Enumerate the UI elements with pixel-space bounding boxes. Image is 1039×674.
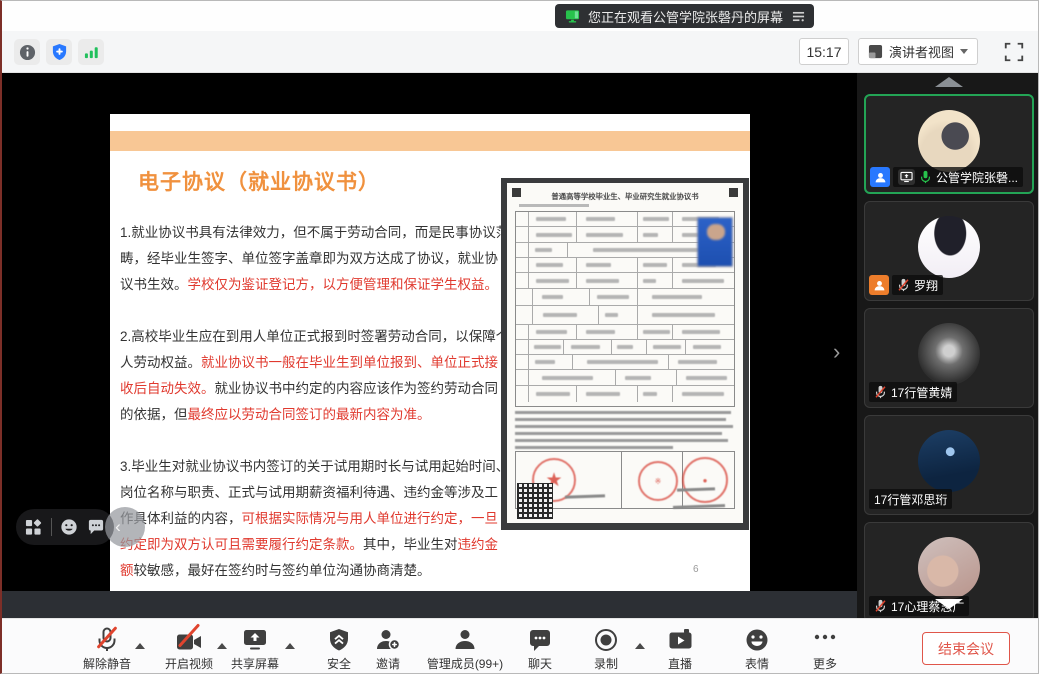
mic-muted-icon — [95, 626, 119, 652]
participant-name: 17行管邓思珩 — [874, 491, 947, 508]
slide-page-number: 6 — [693, 564, 699, 575]
chat-bubble-icon[interactable] — [87, 519, 105, 535]
agreement-document-photo: 普通高等学校毕业生、毕业研究生就业协议书 ★ ※ ● — [501, 178, 749, 530]
next-page-chevron[interactable]: › — [833, 341, 840, 363]
slide-text-segment: 最终应以劳动合同签订的最新内容为准。 — [188, 407, 431, 422]
avatar — [918, 537, 980, 599]
camera-off-icon — [176, 626, 202, 652]
mic-muted-icon — [874, 385, 887, 399]
members-icon — [453, 626, 477, 652]
mic-on-icon — [919, 170, 932, 184]
share-screen-icon — [242, 626, 268, 652]
layout-view-icon — [868, 44, 883, 59]
agreement-number-line — [519, 204, 589, 207]
slide-text-segment: 其中，毕业生对 — [363, 537, 458, 552]
meeting-toolbar: 15:17 演讲者视图 — [2, 31, 1038, 73]
slide-body-text: 1.就业协议书具有法律效力，但不属于劳动合同，而是民事协议范畴，经毕业生签字、单… — [120, 220, 510, 610]
mic-muted-icon — [897, 278, 910, 292]
view-selector[interactable]: 演讲者视图 — [858, 38, 978, 65]
participant-name: 公管学院张磬... — [936, 169, 1018, 186]
chevron-down-icon — [960, 49, 968, 54]
mic-muted-icon — [874, 599, 887, 613]
scroll-up-icon[interactable] — [935, 77, 963, 87]
info-icon[interactable] — [14, 39, 40, 65]
qr-code — [517, 483, 553, 519]
shield-plus-icon[interactable] — [46, 39, 72, 65]
avatar — [918, 216, 980, 278]
participant-tile[interactable]: 罗翔 — [864, 201, 1034, 301]
slide-text-segment: 学校仅为鉴证登记方，以方便管理和保证学生权益。 — [188, 277, 499, 292]
avatar — [918, 110, 980, 172]
meeting-window: 您正在观看公管学院张磬丹的屏幕 15:17 — [0, 0, 1039, 674]
divider — [51, 518, 52, 536]
layout-grid-icon[interactable] — [25, 519, 42, 536]
live-tv-icon — [668, 626, 693, 652]
participant-name: 17行管黄婧 — [891, 384, 952, 401]
agreement-title: 普通高等学校毕业生、毕业研究生就业协议书 — [533, 191, 717, 201]
view-selector-label: 演讲者视图 — [889, 42, 954, 61]
list-icon[interactable] — [791, 10, 806, 23]
slide-paragraph: 3.毕业生对就业协议书内签订的关于试用期时长与试用起始时间、岗位名称与职责、正式… — [120, 454, 510, 584]
reaction-overlay-bar — [16, 509, 114, 545]
screen-watching-banner: 您正在观看公管学院张磬丹的屏幕 — [555, 4, 814, 28]
id-photo — [697, 217, 733, 267]
corner-mark — [729, 188, 738, 197]
slide-text-segment: 较敏感，最好在签约时与签约单位沟通协商清楚。 — [134, 563, 431, 578]
participant-name: 罗翔 — [914, 277, 938, 294]
bottom-control-bar: 解除静音 开启视频 共享屏幕 — [2, 618, 1038, 674]
more-button[interactable]: 更多 — [770, 626, 880, 672]
top-strip: 您正在观看公管学院张磬丹的屏幕 — [2, 1, 1038, 31]
screen-watching-icon — [565, 9, 580, 23]
slide-title: 电子协议（就业协议书） — [138, 166, 380, 196]
collapse-panel-button[interactable]: ‹ — [105, 507, 145, 547]
avatar — [918, 323, 980, 385]
screen-share-bottom-strip — [2, 591, 857, 618]
participant-tile[interactable]: 17行管黄婧 — [864, 308, 1034, 408]
slide-paragraph: 1.就业协议书具有法律效力，但不属于劳动合同，而是民事协议范畴，经毕业生签字、单… — [120, 220, 510, 298]
slide-header-band — [110, 131, 750, 151]
avatar — [918, 430, 980, 492]
chat-icon — [528, 626, 552, 652]
smiley-icon[interactable] — [60, 518, 78, 536]
red-university-stamp: ● — [682, 457, 728, 503]
network-signal-icon[interactable] — [78, 39, 104, 65]
emoji-icon — [745, 626, 769, 652]
participants-sidebar: 公管学院张磬... 罗翔 — [857, 73, 1039, 618]
screen-share-badge-icon — [898, 169, 915, 185]
fullscreen-icon[interactable] — [1003, 41, 1025, 63]
agreement-fine-print — [515, 411, 735, 453]
cohost-badge-icon — [869, 275, 889, 295]
presentation-slide: 电子协议（就业协议书） 1.就业协议书具有法律效力，但不属于劳动合同，而是民事协… — [110, 114, 750, 591]
meeting-timer: 15:17 — [799, 38, 849, 65]
more-dots-icon — [812, 626, 838, 652]
agreement-paper: 普通高等学校毕业生、毕业研究生就业协议书 ★ ※ ● — [507, 183, 743, 523]
shared-screen-area: 电子协议（就业协议书） 1.就业协议书具有法律效力，但不属于劳动合同，而是民事协… — [2, 73, 857, 618]
notification-text: 您正在观看公管学院张磬丹的屏幕 — [588, 7, 783, 26]
corner-mark — [512, 188, 521, 197]
participant-tile[interactable]: 17行管邓思珩 — [864, 415, 1034, 515]
slide-paragraph: 2.高校毕业生应在到用人单位正式报到时签署劳动合同，以保障个人劳动权益。就业协议… — [120, 324, 510, 428]
record-icon — [594, 626, 618, 652]
end-meeting-button[interactable]: 结束会议 — [922, 632, 1010, 665]
host-badge-icon — [870, 167, 890, 187]
scroll-down-icon[interactable] — [935, 599, 963, 609]
red-round-stamp: ※ — [638, 461, 678, 501]
participant-tile[interactable]: 公管学院张磬... — [864, 94, 1034, 194]
invite-person-icon — [375, 626, 401, 652]
